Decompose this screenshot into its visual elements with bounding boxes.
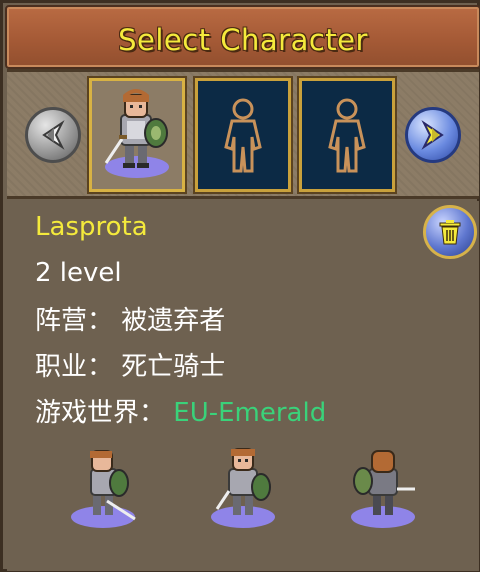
character-preview-back (347, 449, 427, 537)
character-name: Lasprota (35, 212, 148, 242)
realm-value: EU-Emerald (173, 398, 327, 428)
knight-portrait-icon (104, 89, 169, 178)
character-slot-1[interactable] (87, 76, 187, 194)
character-select-window: Select Character Lasprota 2 level 阵营： 被遗… (0, 0, 480, 572)
character-slot-3[interactable] (297, 76, 397, 194)
empty-body-silhouette-icon (328, 98, 366, 173)
knight-side-view-icon (71, 450, 136, 528)
delete-character-button[interactable] (423, 205, 477, 259)
class-label: 职业： (35, 352, 114, 382)
left-arrow-icon (42, 120, 65, 150)
faction-label: 阵营： (35, 306, 114, 336)
trash-icon (439, 220, 461, 245)
realm-label: 游戏世界： (35, 398, 166, 428)
character-faction: 阵营： 被遗弃者 (35, 305, 225, 337)
class-value: 死亡骑士 (121, 352, 226, 382)
character-class: 职业： 死亡骑士 (35, 351, 225, 383)
prev-character-button[interactable] (25, 107, 81, 163)
character-preview-side (67, 449, 147, 537)
right-arrow-icon (421, 120, 444, 150)
faction-value: 被遗弃者 (121, 306, 226, 336)
character-level: 2 level (35, 258, 122, 288)
title-bar: Select Character (5, 5, 480, 69)
empty-body-silhouette-icon (224, 98, 262, 173)
knight-back-view-icon (351, 450, 415, 528)
character-slot-2[interactable] (193, 76, 293, 194)
character-slot-strip (7, 69, 479, 199)
character-preview-front (207, 447, 287, 537)
window-title: Select Character (118, 23, 368, 57)
next-character-button[interactable] (405, 107, 461, 163)
knight-front-view-icon (211, 448, 275, 528)
character-realm: 游戏世界： EU-Emerald (35, 397, 326, 429)
